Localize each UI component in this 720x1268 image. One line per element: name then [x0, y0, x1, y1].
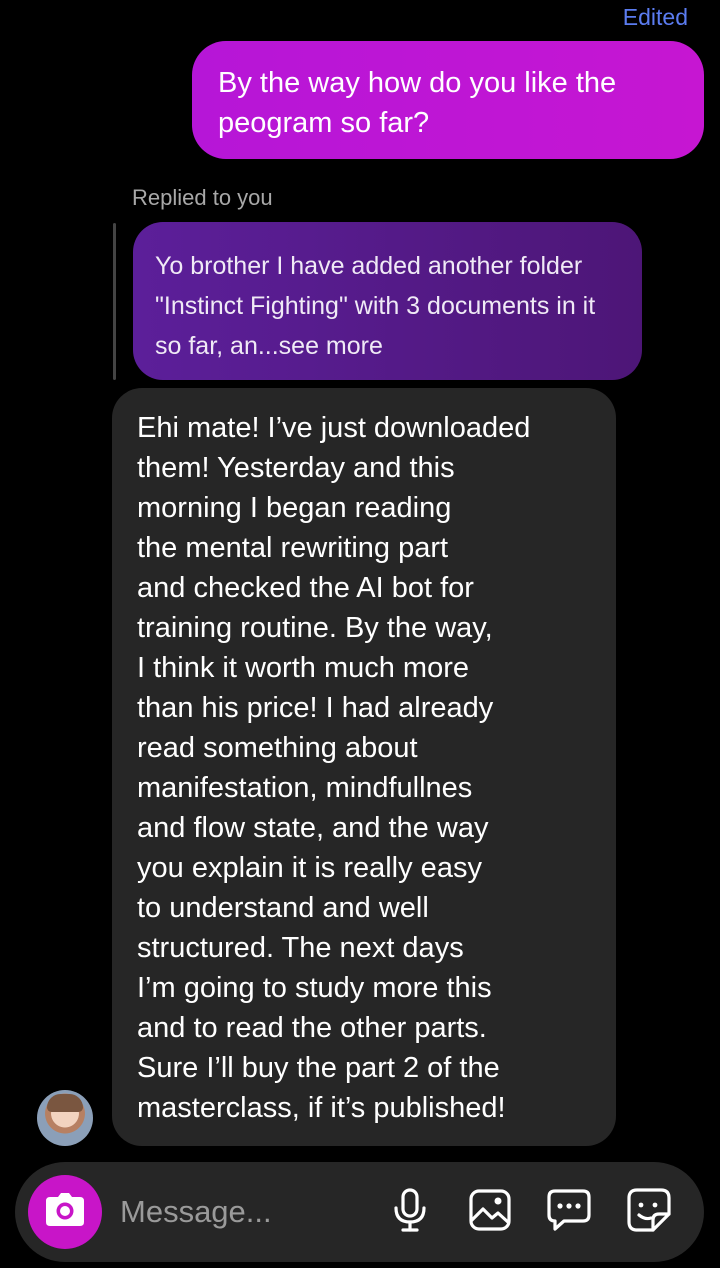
- quoted-message-bubble[interactable]: Yo brother I have added another folder "…: [133, 222, 642, 380]
- replied-to-label: Replied to you: [132, 185, 273, 210]
- camera-button[interactable]: [28, 1175, 102, 1249]
- avatar[interactable]: [37, 1090, 93, 1146]
- gallery-button[interactable]: [465, 1187, 515, 1237]
- reply-indicator-bar: [113, 223, 116, 380]
- received-message-bubble[interactable]: Ehi mate! I’ve just downloaded them! Yes…: [112, 388, 616, 1146]
- camera-icon: [44, 1192, 86, 1233]
- microphone-icon: [392, 1187, 428, 1237]
- gallery-icon: [468, 1188, 512, 1237]
- microphone-button[interactable]: [385, 1187, 435, 1237]
- sticker-button[interactable]: [624, 1187, 674, 1237]
- chat-bubble-icon: [546, 1188, 592, 1237]
- edited-label: Edited: [622, 4, 688, 30]
- chat-button[interactable]: [544, 1187, 594, 1237]
- sent-message-bubble[interactable]: By the way how do you like the peogram s…: [192, 41, 704, 159]
- sticker-icon: [626, 1187, 672, 1238]
- message-input[interactable]: [120, 1190, 350, 1234]
- avatar-hair: [47, 1094, 83, 1112]
- message-composer: [15, 1162, 704, 1262]
